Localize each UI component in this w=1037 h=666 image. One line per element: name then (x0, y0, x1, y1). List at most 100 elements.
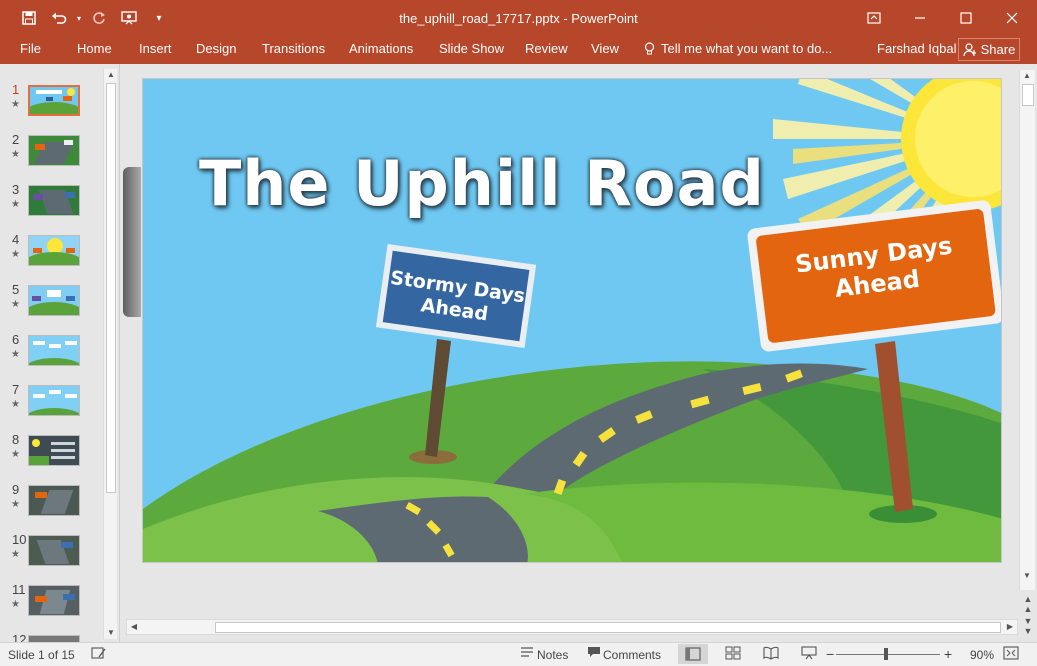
tab-slide-show[interactable]: Slide Show (439, 41, 504, 56)
tab-view[interactable]: View (591, 41, 619, 56)
thumbnail-image (28, 435, 80, 466)
status-bar: Slide 1 of 15 Notes Comments − + 90% (0, 642, 1037, 666)
zoom-in-icon[interactable]: + (944, 646, 952, 662)
thumbnail-number: 9 (12, 482, 20, 497)
scroll-left-icon[interactable]: ◀ (127, 620, 141, 634)
thumbnail-slide[interactable]: 4 ★ (0, 232, 100, 282)
scroll-down-icon[interactable]: ▼ (104, 627, 118, 639)
tab-insert[interactable]: Insert (139, 41, 172, 56)
zoom-level[interactable]: 90% (970, 648, 994, 662)
share-label: Share (980, 42, 1016, 57)
comments-icon[interactable] (585, 646, 603, 662)
slide-show-icon[interactable] (800, 646, 818, 662)
transition-star-icon: ★ (11, 149, 20, 160)
editor-horizontal-scrollbar[interactable]: ◀ ▶ (126, 619, 1018, 635)
scroll-down-icon[interactable]: ▼ (1020, 570, 1034, 582)
normal-view-icon[interactable] (678, 644, 708, 664)
share-button[interactable]: Share (958, 38, 1020, 61)
thumbnail-slide[interactable]: 7 ★ (0, 382, 100, 432)
notes-icon[interactable] (518, 646, 536, 662)
thumbnail-image (28, 235, 80, 266)
thumbnail-image (28, 385, 80, 416)
thumbnail-image (28, 135, 80, 166)
tell-me-text: Tell me what you want to do... (661, 41, 833, 56)
title-bar: ▾ ▾ the_uphill_road_17717.pptx - PowerPo… (0, 0, 1037, 36)
spelling-check-icon[interactable] (90, 646, 108, 662)
slide-sorter-icon[interactable] (724, 646, 742, 662)
transition-star-icon: ★ (11, 399, 20, 410)
slide-title[interactable]: The Uphill Road (199, 147, 765, 220)
scroll-up-icon[interactable]: ▲ (104, 69, 118, 81)
thumbnail-number: 5 (12, 282, 20, 297)
undo-icon[interactable] (44, 0, 74, 36)
reading-view-icon[interactable] (762, 646, 780, 662)
transition-star-icon: ★ (11, 349, 20, 360)
thumbnail-image (28, 185, 80, 216)
ribbon-tabs: File Home Insert Design Transitions Anim… (0, 36, 1037, 64)
next-slide-icon[interactable]: ▼ ▼ (1021, 616, 1035, 636)
thumbnail-image (28, 485, 80, 516)
slide-edge-shadow (123, 167, 141, 317)
present-icon[interactable] (114, 0, 144, 36)
thumbnail-number: 2 (12, 132, 20, 147)
tab-animations[interactable]: Animations (349, 41, 413, 56)
tab-file[interactable]: File (20, 41, 41, 56)
transition-star-icon: ★ (11, 549, 20, 560)
thumbnail-slide[interactable]: 9 ★ (0, 482, 100, 532)
minimize-icon[interactable] (897, 0, 943, 36)
undo-dropdown-icon[interactable]: ▾ (74, 0, 84, 36)
maximize-icon[interactable] (943, 0, 989, 36)
thumbnails-scrollbar[interactable]: ▲ ▼ (103, 69, 117, 639)
customize-qat-icon[interactable]: ▾ (144, 0, 174, 36)
zoom-slider-handle[interactable] (884, 648, 888, 660)
redo-icon[interactable] (84, 0, 114, 36)
slide-canvas[interactable]: The Uphill Road Stormy Days Ahead Sunny … (142, 78, 1002, 563)
tab-home[interactable]: Home (77, 41, 112, 56)
thumbnail-number: 10 (12, 532, 27, 547)
ribbon-display-options-icon[interactable] (851, 0, 897, 36)
thumbnail-image (28, 335, 80, 366)
transition-star-icon: ★ (11, 249, 20, 260)
thumbnail-slide[interactable]: 2 ★ (0, 132, 100, 182)
tab-design[interactable]: Design (196, 41, 236, 56)
tell-me-box[interactable]: Tell me what you want to do... (644, 41, 832, 56)
previous-slide-icon[interactable]: ▲ ▲ (1021, 594, 1035, 614)
user-name[interactable]: Farshad Iqbal (877, 41, 957, 56)
transition-star-icon: ★ (11, 599, 20, 610)
thumbnail-number: 6 (12, 332, 20, 347)
share-icon (963, 42, 976, 56)
save-icon[interactable] (14, 0, 44, 36)
thumbnail-slide[interactable]: 8 ★ (0, 432, 100, 482)
tab-review[interactable]: Review (525, 41, 568, 56)
close-icon[interactable] (989, 0, 1035, 36)
notes-button[interactable]: Notes (537, 648, 568, 662)
vertical-scroll-thumb[interactable] (1022, 84, 1034, 106)
slide-editor: The Uphill Road Stormy Days Ahead Sunny … (121, 64, 1037, 642)
thumbnail-image (28, 85, 80, 116)
fit-slide-icon[interactable] (1002, 646, 1020, 662)
transition-star-icon: ★ (11, 299, 20, 310)
thumbnail-slide[interactable]: 3 ★ (0, 182, 100, 232)
thumbnail-image (28, 535, 80, 566)
scroll-right-icon[interactable]: ▶ (1003, 620, 1017, 634)
slide-counter: Slide 1 of 15 (8, 648, 75, 662)
comments-button[interactable]: Comments (603, 648, 661, 662)
tab-transitions[interactable]: Transitions (262, 41, 325, 56)
thumbnail-slide[interactable]: 12 (0, 632, 100, 642)
transition-star-icon: ★ (11, 199, 20, 210)
thumbnail-slide[interactable]: 6 ★ (0, 332, 100, 382)
thumbnail-image (28, 635, 80, 642)
editor-vertical-scrollbar[interactable]: ▲ ▼ (1019, 70, 1035, 590)
thumbnail-number: 1 (12, 82, 20, 97)
scroll-thumb[interactable] (106, 83, 116, 493)
thumbnail-slide[interactable]: 10 ★ (0, 532, 100, 582)
lightbulb-icon (644, 41, 655, 54)
thumbnail-slide[interactable]: 5 ★ (0, 282, 100, 332)
horizontal-scroll-thumb[interactable] (215, 622, 1001, 633)
scroll-up-icon[interactable]: ▲ (1020, 70, 1034, 82)
zoom-out-icon[interactable]: − (826, 646, 834, 662)
thumbnail-slide[interactable]: 11 ★ (0, 582, 100, 632)
thumbnail-slide[interactable]: 1 ★ (0, 82, 100, 132)
transition-star-icon: ★ (11, 99, 20, 110)
zoom-slider[interactable] (836, 654, 940, 655)
